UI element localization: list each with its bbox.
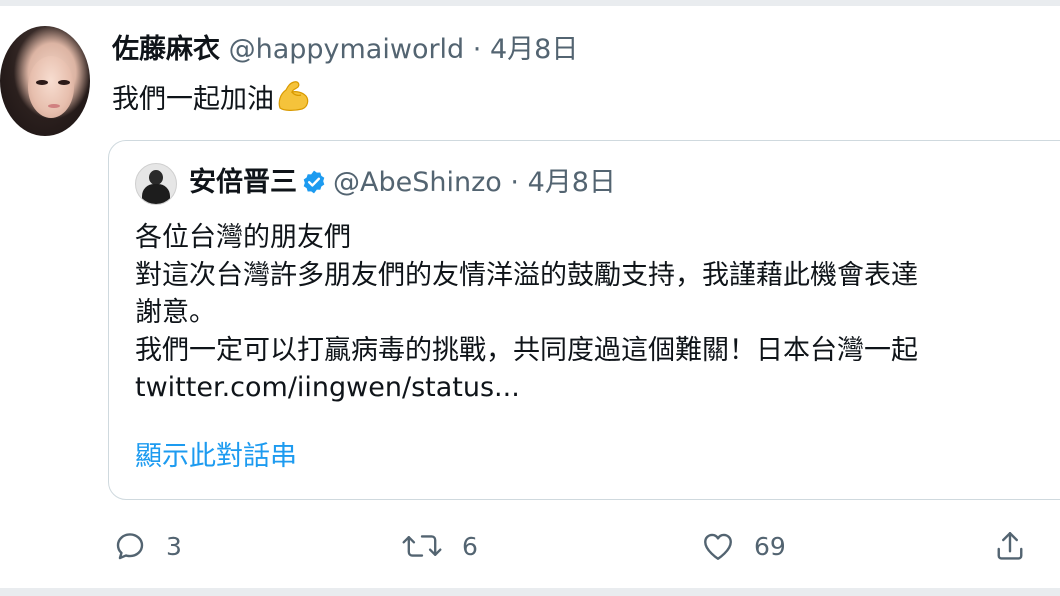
avatar-eye-left xyxy=(36,80,48,85)
quoted-tweet-card[interactable]: 安倍晋三 @AbeShinzo · 4月8日 各位台灣的朋友們 對這次台灣許多朋… xyxy=(108,140,1060,500)
reply-icon xyxy=(112,528,148,564)
retweet-count: 6 xyxy=(462,531,478,561)
quoted-link[interactable]: twitter.com/iingwen/status... xyxy=(135,369,918,407)
header-separator: · xyxy=(472,34,482,65)
quoted-avatar-body xyxy=(142,184,170,204)
avatar-face xyxy=(28,56,74,118)
verified-badge-icon xyxy=(301,169,327,205)
heart-icon xyxy=(700,528,736,564)
avatar-eye-right xyxy=(58,80,70,85)
author-avatar[interactable] xyxy=(0,26,90,136)
like-button[interactable]: 69 xyxy=(700,520,786,572)
quoted-tweet-date[interactable]: 4月8日 xyxy=(528,167,616,198)
quoted-line: 對這次台灣許多朋友們的友情洋溢的鼓勵支持，我謹藉此機會表達 xyxy=(135,259,918,291)
retweet-icon xyxy=(400,528,444,564)
quoted-author-avatar[interactable] xyxy=(135,163,177,205)
quoted-author-handle[interactable]: @AbeShinzo xyxy=(333,167,502,198)
author-name[interactable]: 佐藤麻衣 xyxy=(112,34,220,65)
show-thread-link[interactable]: 顯示此對話串 xyxy=(135,439,297,475)
tweet-text-content: 我們一起加油 xyxy=(112,84,274,115)
tweet-date[interactable]: 4月8日 xyxy=(490,34,578,65)
flexed-biceps-icon xyxy=(276,80,310,123)
share-button[interactable] xyxy=(992,520,1028,572)
top-divider xyxy=(0,0,1060,6)
quoted-line: 各位台灣的朋友們 xyxy=(135,222,351,253)
tweet-text: 我們一起加油 xyxy=(112,80,310,123)
quoted-author-name[interactable]: 安倍晋三 xyxy=(189,167,297,198)
reply-button[interactable]: 3 xyxy=(112,520,182,572)
quoted-avatar-head xyxy=(149,170,163,185)
action-bar: 3 6 69 xyxy=(0,520,1060,572)
like-count: 69 xyxy=(754,531,786,561)
quoted-line: 謝意。 xyxy=(135,297,216,328)
tweet-header: 佐藤麻衣 @happymaiworld · 4月8日 xyxy=(112,32,578,68)
quoted-header-separator: · xyxy=(510,167,519,198)
quoted-line: 我們一定可以打贏病毒的挑戰，共同度過這個難關！日本台灣一起 xyxy=(135,334,918,366)
share-icon xyxy=(992,528,1028,564)
quoted-tweet-header: 安倍晋三 @AbeShinzo · 4月8日 xyxy=(189,165,616,205)
quoted-tweet-body: 各位台灣的朋友們 對這次台灣許多朋友們的友情洋溢的鼓勵支持，我謹藉此機會表達 謝… xyxy=(135,219,918,407)
author-handle[interactable]: @happymaiworld xyxy=(229,34,465,65)
reply-count: 3 xyxy=(166,531,182,561)
retweet-button[interactable]: 6 xyxy=(400,520,478,572)
bottom-divider xyxy=(0,588,1060,596)
avatar-lips xyxy=(48,104,60,108)
